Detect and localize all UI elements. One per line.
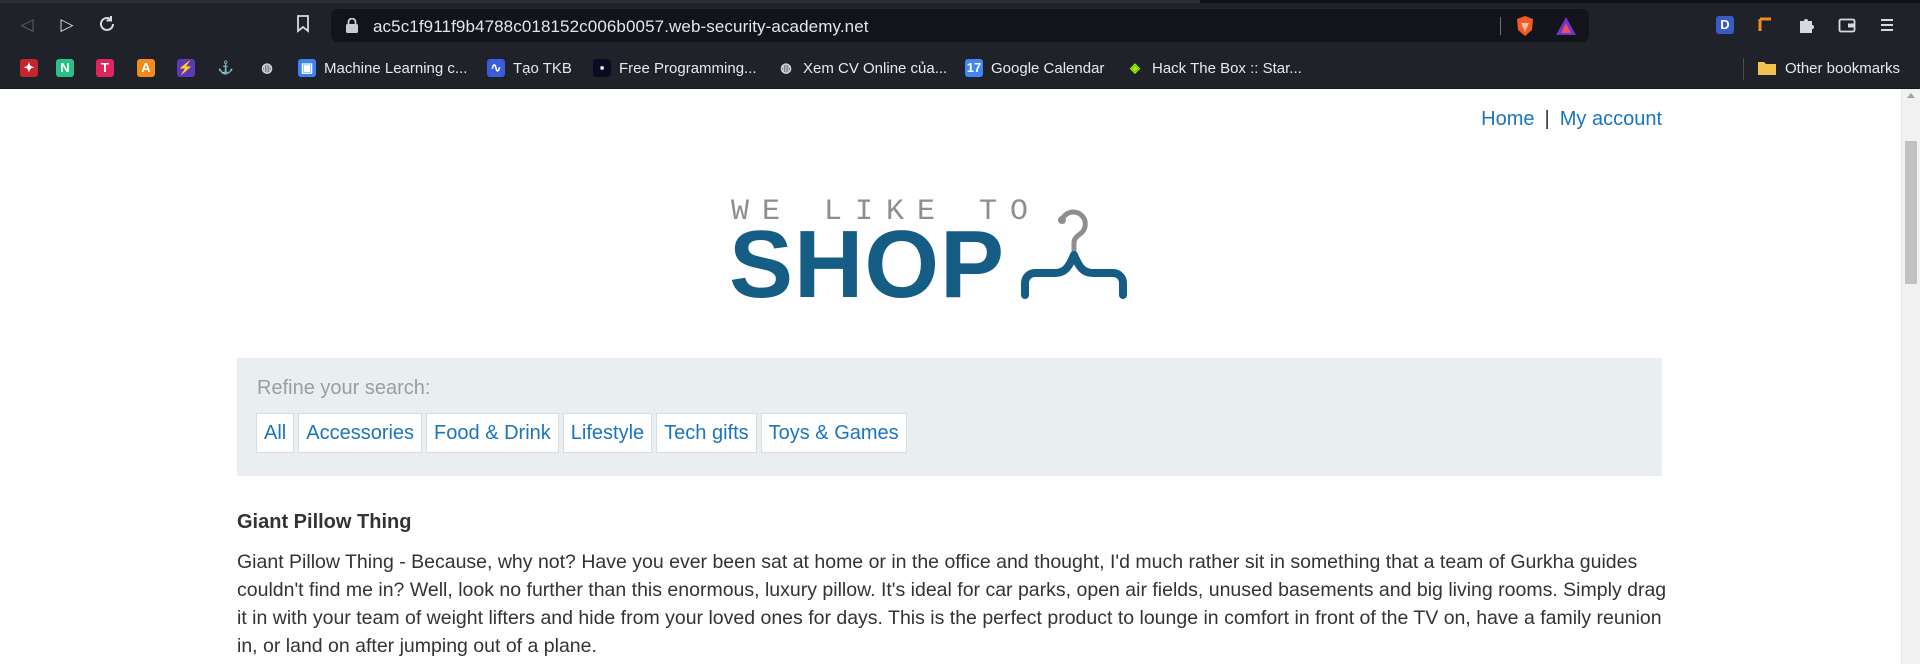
bookmark-label: Tạo TKB [513,59,572,77]
page-scrollbar[interactable] [1901,89,1920,664]
scrollbar-thumb[interactable] [1905,141,1917,284]
n-letter-icon: N [56,59,74,77]
back-icon[interactable]: ◁ [17,15,37,35]
bookmark-item[interactable]: ▪ Free Programming... [593,58,757,78]
page-content: Home | My account WE LIKE TO SHOP Refine y… [0,89,1920,664]
home-link[interactable]: Home [1481,108,1534,130]
bookmark-item[interactable]: ⚡ [177,58,195,78]
reload-icon[interactable] [97,15,117,35]
cube-icon: ◈ [1130,60,1140,75]
browser-toolbar: ◁ ▷ ac5c1f911f9b4788c018152c006b0057.web… [0,3,1920,48]
bookmarks-divider [1743,58,1744,80]
menu-icon[interactable] [1878,16,1898,36]
bookmark-item[interactable]: ∿ Tạo TKB [487,58,572,78]
brave-shield-icon[interactable] [1514,15,1536,37]
bookmark-item[interactable]: ◍ [258,58,276,78]
globe-icon: ◍ [261,60,273,75]
category-filters: All Accessories Food & Drink Lifestyle T… [256,413,907,453]
ship-icon: ⚓ [217,60,235,75]
bookmark-item[interactable]: ▣ Machine Learning c... [298,58,467,78]
address-bar[interactable]: ac5c1f911f9b4788c018152c006b0057.web-sec… [331,9,1589,42]
dashlane-icon[interactable]: D [1716,16,1736,36]
a-letter-icon: A [137,59,155,77]
bookmark-label: Machine Learning c... [324,59,468,77]
bookmark-label: Hack The Box :: Star... [1152,59,1302,77]
other-bookmarks-label: Other bookmarks [1785,59,1901,77]
filter-panel: Refine your search: All Accessories Food… [237,358,1662,476]
t-letter-icon: T [96,59,114,77]
category-tech-gifts[interactable]: Tech gifts [656,413,757,453]
bookmark-item[interactable]: T [96,58,114,78]
category-accessories[interactable]: Accessories [298,413,423,453]
folder-icon [1758,62,1776,75]
bookmark-item[interactable]: ✦ [20,58,38,78]
url-text[interactable]: ac5c1f911f9b4788c018152c006b0057.web-sec… [373,17,869,37]
bookmark-item[interactable]: N [56,58,74,78]
category-lifestyle[interactable]: Lifestyle [562,413,653,453]
bookmark-item[interactable]: ◍ Xem CV Online của... [777,58,947,78]
bookmark-icon[interactable] [293,15,313,35]
bookmark-label: Free Programming... [619,59,757,77]
shop-logo: WE LIKE TO SHOP [729,195,1169,325]
fcc-icon: ▪ [593,59,611,77]
url-divider [1500,17,1501,35]
category-all[interactable]: All [256,413,295,453]
product-description: Giant Pillow Thing - Because, why not? H… [237,551,1667,657]
ml-icon: ▣ [298,59,316,77]
category-food-drink[interactable]: Food & Drink [426,413,559,453]
swirl-icon: ∿ [487,59,505,77]
extensions-puzzle-icon[interactable] [1797,16,1817,36]
logo-word: SHOP [729,211,1006,318]
scroll-up-icon[interactable] [1907,93,1915,98]
globe-icon: ◍ [780,60,792,75]
eagle-icon: ✦ [20,59,38,77]
calendar-icon: 17 [965,59,983,77]
wallet-icon[interactable] [1838,16,1858,36]
hanger-icon [1021,209,1127,299]
my-account-link[interactable]: My account [1560,108,1662,130]
bookmark-label: Google Calendar [991,59,1105,77]
filter-label: Refine your search: [257,377,431,399]
bookmark-item[interactable]: A [137,58,155,78]
bookmark-item[interactable]: 17 Google Calendar [965,58,1104,78]
bookmark-item[interactable]: ⚓ [217,58,235,78]
account-nav: Home | My account [1481,108,1662,131]
forward-icon[interactable]: ▷ [57,15,77,35]
bolt-icon: ⚡ [177,59,195,77]
product-title: Giant Pillow Thing [237,511,412,533]
other-bookmarks-folder[interactable]: Other bookmarks [1757,58,1900,78]
nav-separator: | [1544,108,1550,130]
category-toys-games[interactable]: Toys & Games [760,413,907,453]
bookmark-item[interactable]: ◈ Hack The Box :: Star... [1126,58,1302,78]
lock-icon [346,18,358,33]
bookmark-label: Xem CV Online của... [803,59,948,77]
burp-extension-icon[interactable] [1757,16,1777,36]
brave-rewards-icon[interactable] [1555,16,1577,36]
bookmarks-bar: Other bookmarks ✦ N T A ⚡ ⚓ ◍ ▣ Machine Learning… [0,48,1920,89]
